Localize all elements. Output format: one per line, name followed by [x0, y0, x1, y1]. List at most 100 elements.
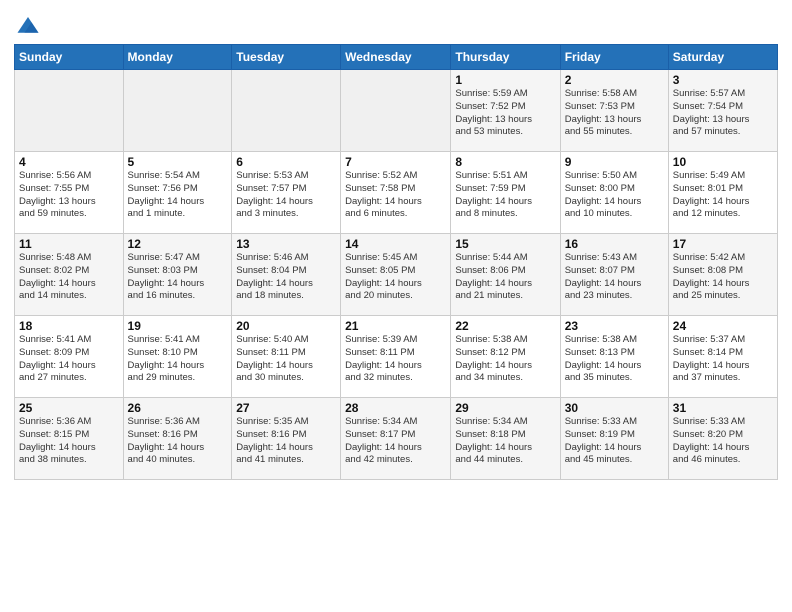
day-number: 21 [345, 319, 446, 333]
calendar-header-wednesday: Wednesday [341, 45, 451, 70]
calendar-cell: 4Sunrise: 5:56 AM Sunset: 7:55 PM Daylig… [15, 152, 124, 234]
calendar-cell: 24Sunrise: 5:37 AM Sunset: 8:14 PM Dayli… [668, 316, 777, 398]
calendar-cell [123, 70, 232, 152]
calendar-cell: 20Sunrise: 5:40 AM Sunset: 8:11 PM Dayli… [232, 316, 341, 398]
day-number: 17 [673, 237, 773, 251]
day-number: 19 [128, 319, 228, 333]
calendar-cell: 7Sunrise: 5:52 AM Sunset: 7:58 PM Daylig… [341, 152, 451, 234]
day-info: Sunrise: 5:57 AM Sunset: 7:54 PM Dayligh… [673, 88, 773, 139]
calendar-cell: 17Sunrise: 5:42 AM Sunset: 8:08 PM Dayli… [668, 234, 777, 316]
day-number: 11 [19, 237, 119, 251]
day-info: Sunrise: 5:50 AM Sunset: 8:00 PM Dayligh… [565, 170, 664, 221]
calendar-cell: 19Sunrise: 5:41 AM Sunset: 8:10 PM Dayli… [123, 316, 232, 398]
calendar-cell: 13Sunrise: 5:46 AM Sunset: 8:04 PM Dayli… [232, 234, 341, 316]
day-number: 20 [236, 319, 336, 333]
day-number: 18 [19, 319, 119, 333]
day-info: Sunrise: 5:44 AM Sunset: 8:06 PM Dayligh… [455, 252, 555, 303]
calendar-week-2: 4Sunrise: 5:56 AM Sunset: 7:55 PM Daylig… [15, 152, 778, 234]
day-number: 24 [673, 319, 773, 333]
day-number: 1 [455, 73, 555, 87]
day-info: Sunrise: 5:49 AM Sunset: 8:01 PM Dayligh… [673, 170, 773, 221]
day-number: 26 [128, 401, 228, 415]
calendar-cell: 15Sunrise: 5:44 AM Sunset: 8:06 PM Dayli… [451, 234, 560, 316]
calendar-cell: 2Sunrise: 5:58 AM Sunset: 7:53 PM Daylig… [560, 70, 668, 152]
header [14, 10, 778, 38]
calendar-header-sunday: Sunday [15, 45, 124, 70]
calendar-week-1: 1Sunrise: 5:59 AM Sunset: 7:52 PM Daylig… [15, 70, 778, 152]
calendar-cell: 3Sunrise: 5:57 AM Sunset: 7:54 PM Daylig… [668, 70, 777, 152]
page: SundayMondayTuesdayWednesdayThursdayFrid… [0, 0, 792, 612]
calendar-week-4: 18Sunrise: 5:41 AM Sunset: 8:09 PM Dayli… [15, 316, 778, 398]
calendar-cell: 5Sunrise: 5:54 AM Sunset: 7:56 PM Daylig… [123, 152, 232, 234]
calendar-cell [341, 70, 451, 152]
calendar-cell: 31Sunrise: 5:33 AM Sunset: 8:20 PM Dayli… [668, 398, 777, 480]
calendar-cell [15, 70, 124, 152]
day-info: Sunrise: 5:45 AM Sunset: 8:05 PM Dayligh… [345, 252, 446, 303]
day-number: 13 [236, 237, 336, 251]
calendar-header-tuesday: Tuesday [232, 45, 341, 70]
calendar: SundayMondayTuesdayWednesdayThursdayFrid… [14, 44, 778, 480]
day-info: Sunrise: 5:59 AM Sunset: 7:52 PM Dayligh… [455, 88, 555, 139]
day-number: 29 [455, 401, 555, 415]
day-info: Sunrise: 5:41 AM Sunset: 8:09 PM Dayligh… [19, 334, 119, 385]
day-info: Sunrise: 5:40 AM Sunset: 8:11 PM Dayligh… [236, 334, 336, 385]
calendar-cell: 8Sunrise: 5:51 AM Sunset: 7:59 PM Daylig… [451, 152, 560, 234]
calendar-cell: 25Sunrise: 5:36 AM Sunset: 8:15 PM Dayli… [15, 398, 124, 480]
day-info: Sunrise: 5:54 AM Sunset: 7:56 PM Dayligh… [128, 170, 228, 221]
calendar-cell: 11Sunrise: 5:48 AM Sunset: 8:02 PM Dayli… [15, 234, 124, 316]
calendar-header-thursday: Thursday [451, 45, 560, 70]
calendar-cell [232, 70, 341, 152]
calendar-header-friday: Friday [560, 45, 668, 70]
day-number: 16 [565, 237, 664, 251]
day-number: 14 [345, 237, 446, 251]
calendar-header-saturday: Saturday [668, 45, 777, 70]
calendar-cell: 9Sunrise: 5:50 AM Sunset: 8:00 PM Daylig… [560, 152, 668, 234]
calendar-week-5: 25Sunrise: 5:36 AM Sunset: 8:15 PM Dayli… [15, 398, 778, 480]
calendar-cell: 12Sunrise: 5:47 AM Sunset: 8:03 PM Dayli… [123, 234, 232, 316]
day-info: Sunrise: 5:39 AM Sunset: 8:11 PM Dayligh… [345, 334, 446, 385]
day-info: Sunrise: 5:48 AM Sunset: 8:02 PM Dayligh… [19, 252, 119, 303]
day-number: 22 [455, 319, 555, 333]
calendar-header-row: SundayMondayTuesdayWednesdayThursdayFrid… [15, 45, 778, 70]
day-info: Sunrise: 5:33 AM Sunset: 8:19 PM Dayligh… [565, 416, 664, 467]
day-info: Sunrise: 5:58 AM Sunset: 7:53 PM Dayligh… [565, 88, 664, 139]
day-info: Sunrise: 5:46 AM Sunset: 8:04 PM Dayligh… [236, 252, 336, 303]
day-info: Sunrise: 5:43 AM Sunset: 8:07 PM Dayligh… [565, 252, 664, 303]
day-number: 4 [19, 155, 119, 169]
calendar-week-3: 11Sunrise: 5:48 AM Sunset: 8:02 PM Dayli… [15, 234, 778, 316]
day-number: 31 [673, 401, 773, 415]
day-info: Sunrise: 5:38 AM Sunset: 8:13 PM Dayligh… [565, 334, 664, 385]
logo-icon [14, 10, 42, 38]
day-number: 3 [673, 73, 773, 87]
calendar-cell: 6Sunrise: 5:53 AM Sunset: 7:57 PM Daylig… [232, 152, 341, 234]
day-info: Sunrise: 5:37 AM Sunset: 8:14 PM Dayligh… [673, 334, 773, 385]
day-number: 30 [565, 401, 664, 415]
day-info: Sunrise: 5:42 AM Sunset: 8:08 PM Dayligh… [673, 252, 773, 303]
calendar-cell: 28Sunrise: 5:34 AM Sunset: 8:17 PM Dayli… [341, 398, 451, 480]
day-number: 23 [565, 319, 664, 333]
day-number: 5 [128, 155, 228, 169]
calendar-cell: 29Sunrise: 5:34 AM Sunset: 8:18 PM Dayli… [451, 398, 560, 480]
day-number: 9 [565, 155, 664, 169]
calendar-cell: 26Sunrise: 5:36 AM Sunset: 8:16 PM Dayli… [123, 398, 232, 480]
calendar-cell: 10Sunrise: 5:49 AM Sunset: 8:01 PM Dayli… [668, 152, 777, 234]
calendar-cell: 14Sunrise: 5:45 AM Sunset: 8:05 PM Dayli… [341, 234, 451, 316]
calendar-cell: 18Sunrise: 5:41 AM Sunset: 8:09 PM Dayli… [15, 316, 124, 398]
day-number: 15 [455, 237, 555, 251]
calendar-cell: 21Sunrise: 5:39 AM Sunset: 8:11 PM Dayli… [341, 316, 451, 398]
day-number: 28 [345, 401, 446, 415]
day-number: 6 [236, 155, 336, 169]
calendar-cell: 16Sunrise: 5:43 AM Sunset: 8:07 PM Dayli… [560, 234, 668, 316]
day-number: 27 [236, 401, 336, 415]
day-info: Sunrise: 5:47 AM Sunset: 8:03 PM Dayligh… [128, 252, 228, 303]
day-info: Sunrise: 5:38 AM Sunset: 8:12 PM Dayligh… [455, 334, 555, 385]
day-info: Sunrise: 5:52 AM Sunset: 7:58 PM Dayligh… [345, 170, 446, 221]
day-info: Sunrise: 5:51 AM Sunset: 7:59 PM Dayligh… [455, 170, 555, 221]
day-info: Sunrise: 5:41 AM Sunset: 8:10 PM Dayligh… [128, 334, 228, 385]
day-number: 8 [455, 155, 555, 169]
day-number: 25 [19, 401, 119, 415]
calendar-cell: 22Sunrise: 5:38 AM Sunset: 8:12 PM Dayli… [451, 316, 560, 398]
day-info: Sunrise: 5:36 AM Sunset: 8:15 PM Dayligh… [19, 416, 119, 467]
day-info: Sunrise: 5:36 AM Sunset: 8:16 PM Dayligh… [128, 416, 228, 467]
day-info: Sunrise: 5:33 AM Sunset: 8:20 PM Dayligh… [673, 416, 773, 467]
